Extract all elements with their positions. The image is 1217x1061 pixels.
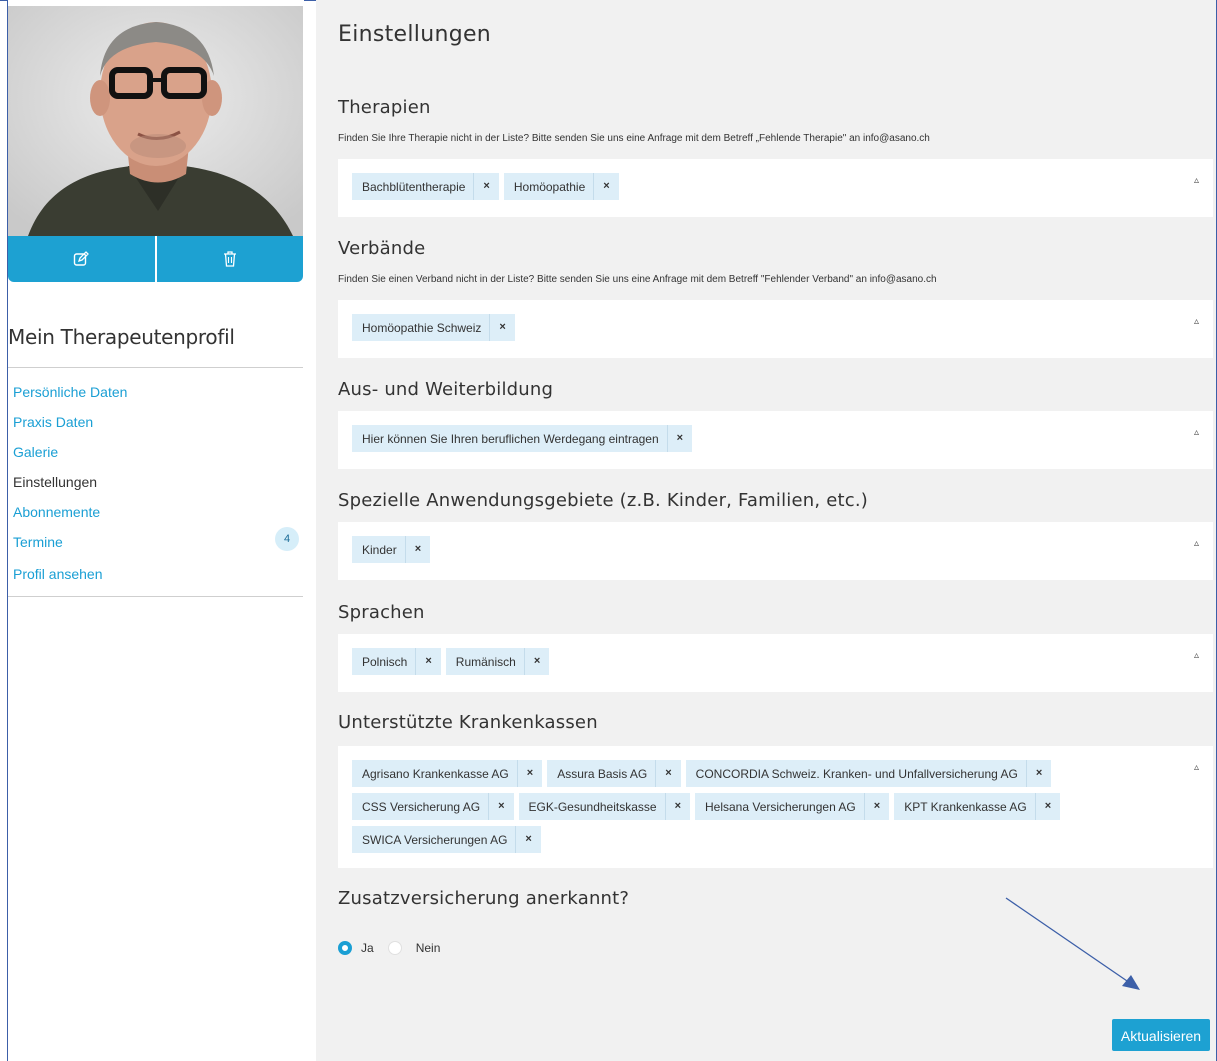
- section-heading-zusatzversicherung: Zusatzversicherung anerkannt?: [338, 888, 630, 909]
- section-heading-anwendungsgebiete: Spezielle Anwendungsgebiete (z.B. Kinder…: [338, 490, 868, 511]
- nav-item-galerie[interactable]: Galerie: [13, 441, 303, 471]
- tag: Homöopathie Schweiz ×: [352, 314, 515, 341]
- termine-count-badge: 4: [275, 527, 299, 551]
- section-heading-ausbildung: Aus- und Weiterbildung: [338, 379, 554, 400]
- tag-label: Rumänisch: [455, 654, 516, 669]
- tag-label: CSS Versicherung AG: [362, 799, 481, 814]
- tag: Kinder ×: [352, 536, 431, 563]
- tag: Assura Basis AG ×: [547, 760, 681, 787]
- section-heading-sprachen: Sprachen: [338, 602, 425, 623]
- remove-tag-icon[interactable]: ×: [515, 826, 540, 853]
- profile-nav: Persönliche Daten Praxis Daten Galerie E…: [13, 381, 303, 593]
- delete-photo-button[interactable]: [157, 236, 304, 282]
- remove-tag-icon[interactable]: ×: [473, 173, 498, 200]
- tag-label: EGK-Gesundheitskasse: [528, 799, 657, 814]
- nav-item-termine[interactable]: Termine 4: [13, 527, 303, 563]
- tag: Rumänisch ×: [445, 648, 550, 675]
- remove-tag-icon[interactable]: ×: [523, 648, 549, 675]
- frame-border-left: [7, 0, 8, 1061]
- radio-ja[interactable]: [338, 941, 352, 955]
- remove-tag-icon[interactable]: ×: [489, 314, 514, 341]
- tag-label: Homöopathie Schweiz: [362, 320, 482, 335]
- nav-item-abonnemente[interactable]: Abonnemente: [13, 501, 303, 531]
- tag-label: Bachblütentherapie: [362, 179, 466, 194]
- tag-label: CONCORDIA Schweiz. Kranken- und Unfallve…: [695, 766, 1018, 781]
- multiselect-verbaende[interactable]: Homöopathie Schweiz × ▵: [338, 300, 1213, 358]
- tag: Helsana Versicherungen AG ×: [695, 793, 890, 820]
- edit-photo-button[interactable]: [8, 236, 155, 282]
- hint-therapien: Finden Sie Ihre Therapie nicht in der Li…: [338, 133, 930, 144]
- tag-label: Helsana Versicherungen AG: [705, 799, 856, 814]
- dropdown-toggle-icon[interactable]: ▵: [1194, 650, 1199, 661]
- tag-label: SWICA Versicherungen AG: [362, 832, 508, 847]
- photo-action-bar: [8, 236, 303, 282]
- radio-nein[interactable]: [387, 941, 402, 955]
- multiselect-anwendungsgebiete[interactable]: Kinder × ▵: [338, 522, 1213, 580]
- tag-label: Assura Basis AG: [557, 766, 648, 781]
- sidebar: Mein Therapeutenprofil Persönliche Daten…: [8, 0, 304, 1061]
- tag: CSS Versicherung AG ×: [352, 793, 514, 820]
- remove-tag-icon[interactable]: ×: [516, 760, 542, 787]
- tag-label: KPT Krankenkasse AG: [904, 799, 1027, 814]
- dropdown-toggle-icon[interactable]: ▵: [1194, 427, 1199, 438]
- nav-item-profil-ansehen[interactable]: Profil ansehen: [13, 563, 303, 593]
- remove-tag-icon[interactable]: ×: [404, 536, 430, 563]
- dropdown-toggle-icon[interactable]: ▵: [1194, 538, 1199, 549]
- section-heading-verbaende: Verbände: [338, 238, 426, 259]
- remove-tag-icon[interactable]: ×: [488, 793, 513, 820]
- tag-label: Kinder: [362, 542, 397, 557]
- remove-tag-icon[interactable]: ×: [415, 648, 440, 675]
- tag: Bachblütentherapie ×: [352, 173, 499, 200]
- nav-item-einstellungen[interactable]: Einstellungen: [13, 471, 303, 501]
- zusatz-radio-group: Ja Nein: [338, 941, 440, 955]
- dropdown-toggle-icon[interactable]: ▵: [1194, 762, 1199, 773]
- tag: Homöopathie ×: [503, 173, 619, 200]
- tag-label: Homöopathie: [513, 179, 586, 194]
- settings-panel: Einstellungen Therapien Finden Sie Ihre …: [316, 0, 1217, 1061]
- nav-item-label: Termine: [13, 534, 63, 550]
- tag-label: Polnisch: [362, 654, 408, 669]
- tag: KPT Krankenkasse AG ×: [894, 793, 1061, 820]
- remove-tag-icon[interactable]: ×: [1034, 793, 1060, 820]
- tag: Hier können Sie Ihren beruflichen Werdeg…: [352, 425, 693, 452]
- section-heading-krankenkassen: Unterstützte Krankenkassen: [338, 712, 598, 733]
- dropdown-toggle-icon[interactable]: ▵: [1194, 316, 1199, 327]
- hint-verbaende: Finden Sie einen Verband nicht in der Li…: [338, 274, 937, 285]
- page-title: Einstellungen: [338, 22, 492, 47]
- remove-tag-icon[interactable]: ×: [593, 173, 618, 200]
- tag: Agrisano Krankenkasse AG ×: [352, 760, 543, 787]
- multiselect-therapien[interactable]: Bachblütentherapie × Homöopathie × ▵: [338, 159, 1213, 217]
- remove-tag-icon[interactable]: ×: [863, 793, 889, 820]
- remove-tag-icon[interactable]: ×: [655, 760, 680, 787]
- multiselect-sprachen[interactable]: Polnisch × Rumänisch × ▵: [338, 634, 1213, 692]
- profile-section-title: Mein Therapeutenprofil: [8, 325, 235, 349]
- tag-label: Hier können Sie Ihren beruflichen Werdeg…: [362, 431, 659, 446]
- remove-tag-icon[interactable]: ×: [1025, 760, 1051, 787]
- update-button[interactable]: Aktualisieren: [1112, 1019, 1210, 1051]
- section-heading-therapien: Therapien: [338, 97, 431, 118]
- radio-label-nein[interactable]: Nein: [416, 941, 441, 955]
- remove-tag-icon[interactable]: ×: [666, 425, 692, 452]
- nav-item-praxis-daten[interactable]: Praxis Daten: [13, 411, 303, 441]
- multiselect-ausbildung[interactable]: Hier können Sie Ihren beruflichen Werdeg…: [338, 411, 1213, 469]
- trash-icon: [223, 251, 236, 267]
- radio-label-ja[interactable]: Ja: [361, 941, 374, 955]
- divider: [8, 367, 303, 368]
- divider: [8, 596, 303, 597]
- dropdown-toggle-icon[interactable]: ▵: [1194, 175, 1199, 186]
- profile-photo: [8, 6, 303, 236]
- tag: SWICA Versicherungen AG ×: [352, 826, 541, 853]
- tag: CONCORDIA Schweiz. Kranken- und Unfallve…: [685, 760, 1052, 787]
- profile-photo-illustration: [8, 6, 303, 236]
- remove-tag-icon[interactable]: ×: [664, 793, 690, 820]
- tag-label: Agrisano Krankenkasse AG: [362, 766, 509, 781]
- tag: EGK-Gesundheitskasse ×: [518, 793, 690, 820]
- multiselect-krankenkassen[interactable]: Agrisano Krankenkasse AG × Assura Basis A…: [338, 746, 1213, 868]
- nav-item-persoenliche-daten[interactable]: Persönliche Daten: [13, 381, 303, 411]
- edit-icon: [74, 251, 90, 266]
- tag: Polnisch ×: [352, 648, 441, 675]
